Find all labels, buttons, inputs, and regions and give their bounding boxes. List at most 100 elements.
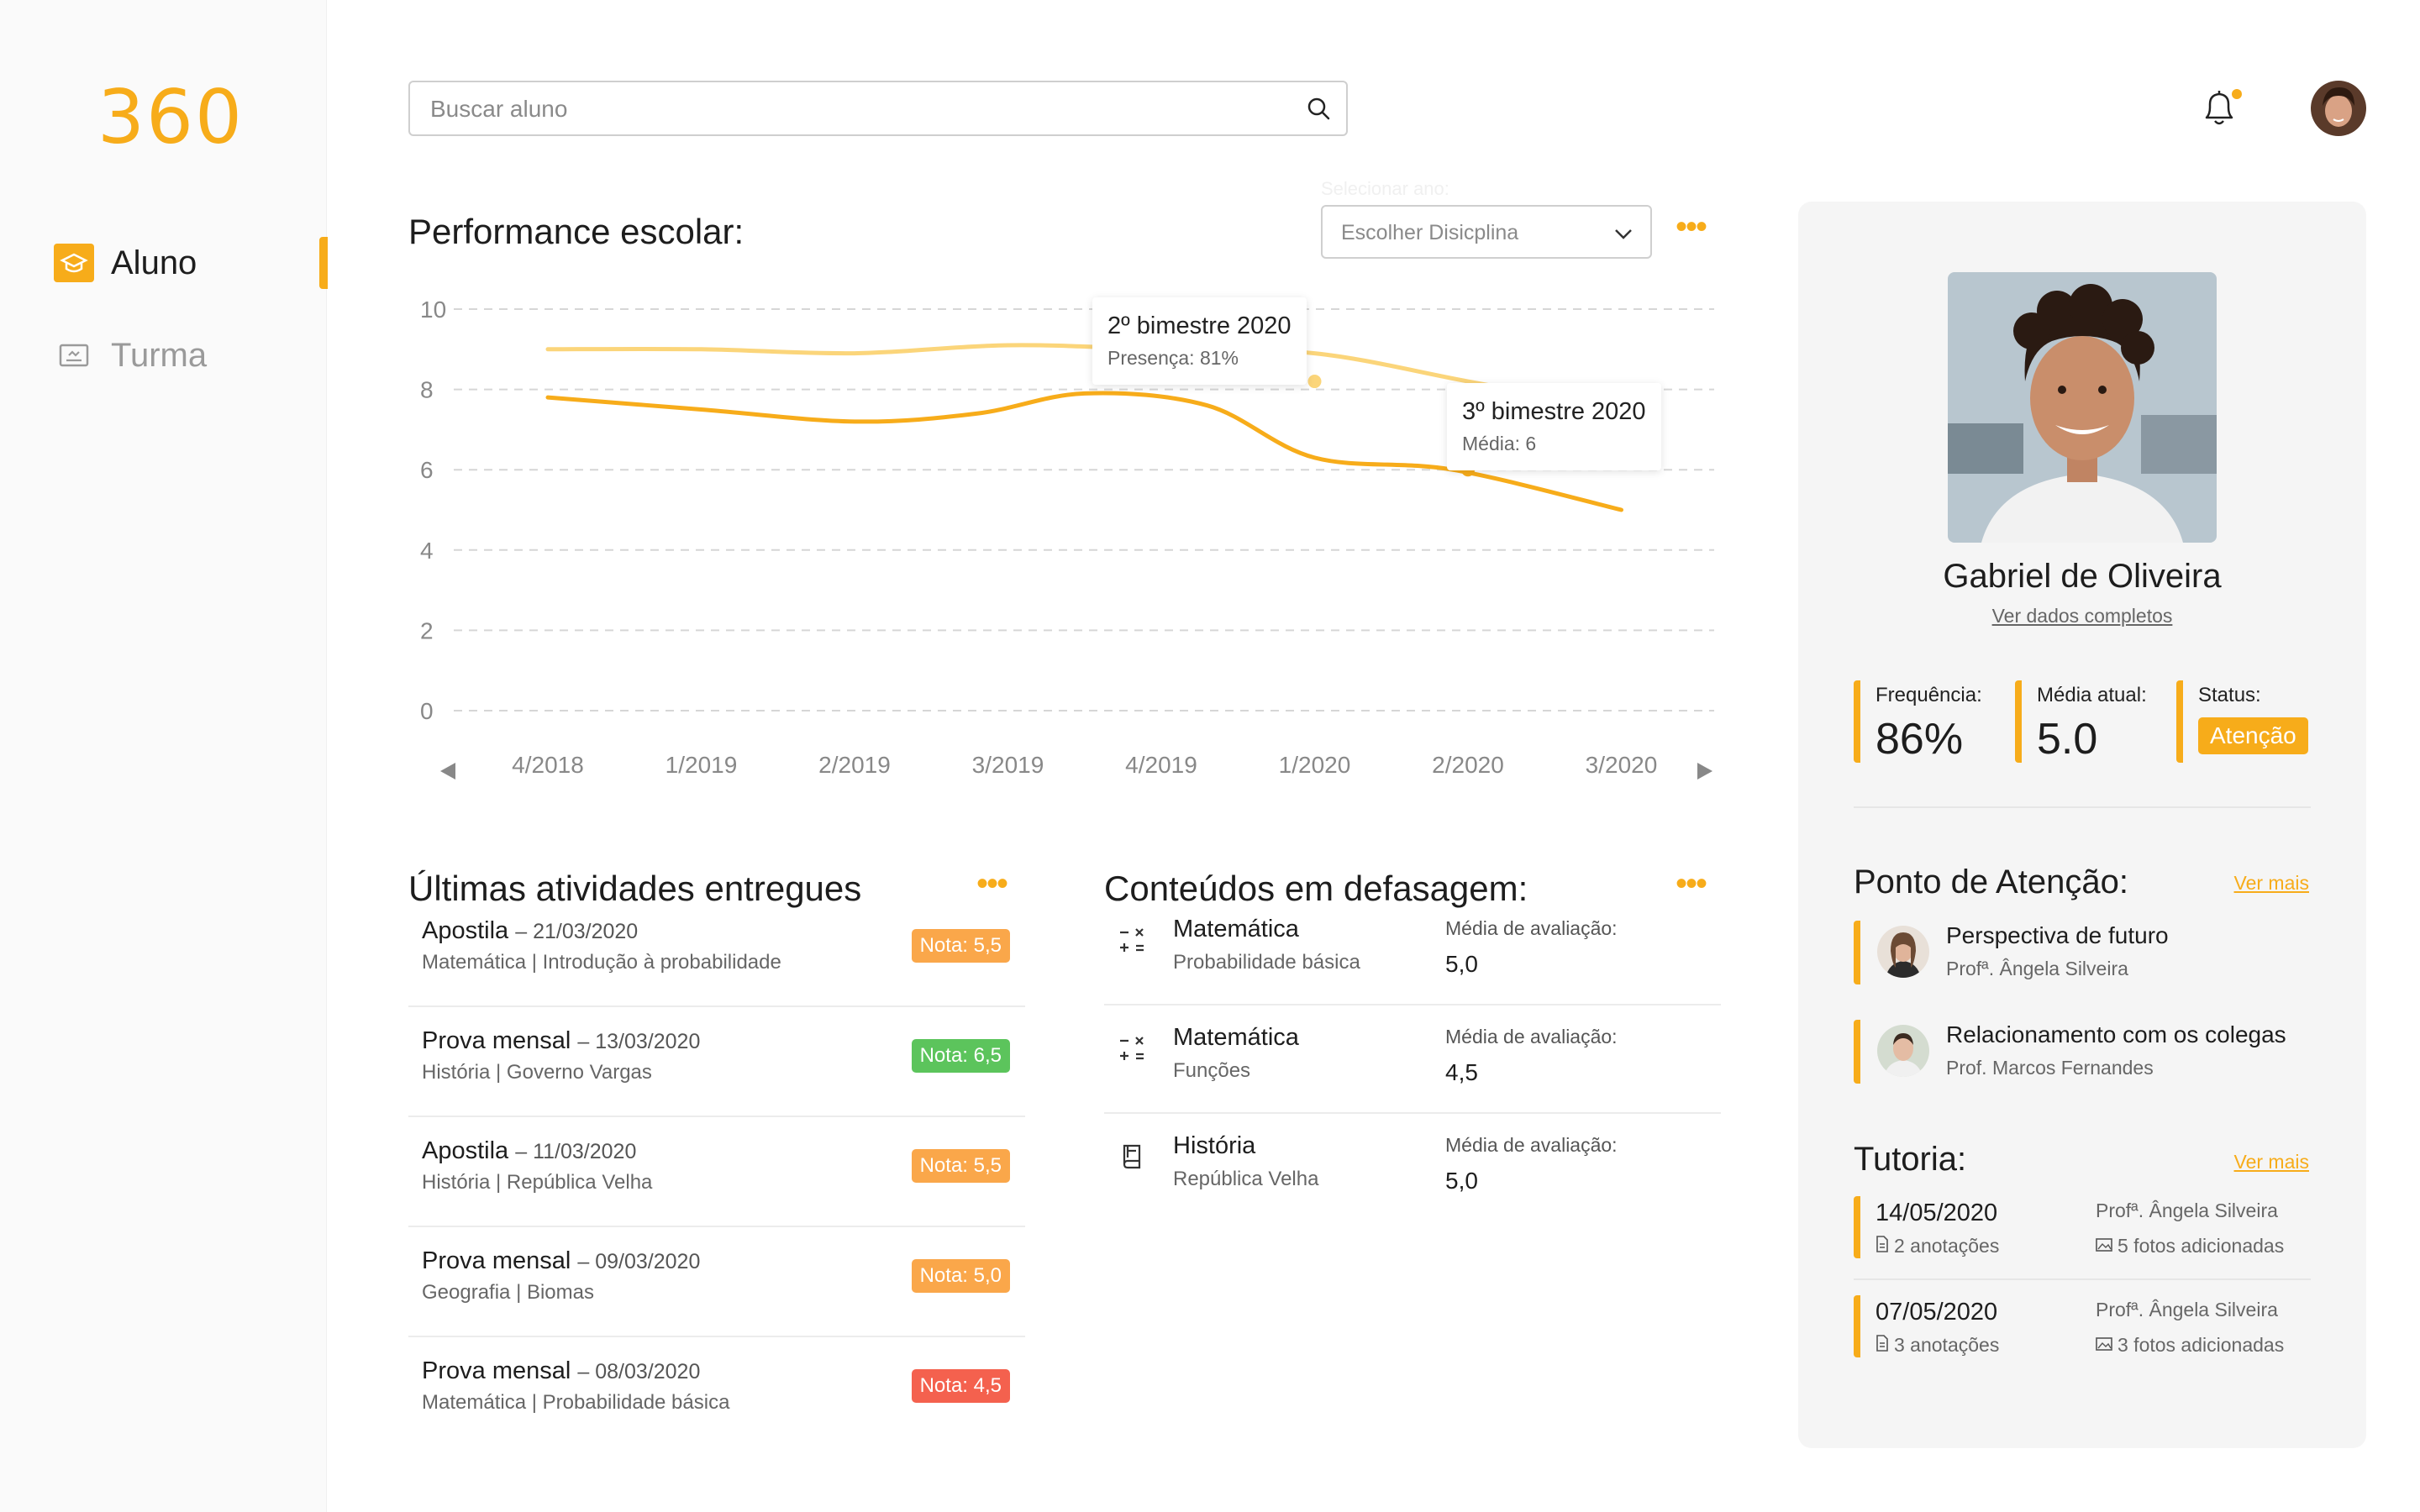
grade-badge: Nota: 5,5 bbox=[911, 1149, 1010, 1183]
content-row[interactable]: Matemática Probabilidade básica Média de… bbox=[1104, 897, 1721, 1005]
activity-name: Apostila bbox=[422, 917, 509, 944]
teacher-avatar bbox=[1877, 1025, 1929, 1077]
attention-title: Ponto de Atenção: bbox=[1854, 864, 2128, 900]
activity-detail: História | Governo Vargas bbox=[422, 1061, 652, 1084]
content-subject: Matemática bbox=[1173, 1024, 1299, 1051]
content-topic: Funções bbox=[1173, 1059, 1251, 1082]
activity-detail: Matemática | Introdução à probabilidade bbox=[422, 951, 781, 974]
content-row[interactable]: História República Velha Média de avalia… bbox=[1104, 1114, 1721, 1222]
activity-detail: História | República Velha bbox=[422, 1171, 653, 1194]
content-topic: Probabilidade básica bbox=[1173, 951, 1360, 974]
chart-next-arrow-icon[interactable] bbox=[1697, 763, 1712, 780]
panel-divider bbox=[1854, 1278, 2311, 1280]
performance-chart: 0 2 4 6 8 10 4/2018 1/2019 2/2019 3/2019 4/2019 1/… bbox=[420, 297, 1714, 780]
x-tick-label: 2/2019 bbox=[818, 752, 891, 778]
tutoring-item[interactable]: 14/05/2020 2 anotações Profª. Ângela Sil… bbox=[1854, 1196, 2311, 1258]
tutoring-teacher: Profª. Ângela Silveira bbox=[2096, 1200, 2278, 1221]
y-tick-label: 4 bbox=[420, 538, 434, 564]
content-topic: República Velha bbox=[1173, 1168, 1319, 1190]
search-input[interactable] bbox=[430, 92, 1270, 126]
discipline-select[interactable]: Escolher Disicplina bbox=[1321, 205, 1652, 259]
y-tick-label: 6 bbox=[420, 457, 434, 483]
contents-more-icon[interactable]: ••• bbox=[1676, 867, 1707, 900]
tutoring-item[interactable]: 07/05/2020 3 anotações Profª. Ângela Sil… bbox=[1854, 1295, 2311, 1357]
active-nav-indicator bbox=[319, 237, 328, 289]
activity-row[interactable]: Prova mensal – 08/03/2020 Matemática | P… bbox=[408, 1337, 1025, 1447]
student-name: Gabriel de Oliveira bbox=[1943, 558, 2222, 595]
image-icon bbox=[2096, 1235, 2112, 1257]
document-icon bbox=[1876, 1334, 1889, 1357]
student-photo bbox=[1948, 272, 2217, 543]
tutoring-date: 07/05/2020 bbox=[1876, 1299, 1998, 1326]
stat-value: 86% bbox=[1876, 715, 1964, 764]
user-avatar[interactable] bbox=[2311, 81, 2366, 136]
sidebar-item-turma[interactable]: Turma bbox=[54, 336, 207, 375]
app-logo: 360 bbox=[97, 74, 244, 160]
search-icon[interactable] bbox=[1306, 96, 1331, 125]
sidebar-item-label: Aluno bbox=[111, 244, 197, 281]
tutoring-see-more-link[interactable]: Ver mais bbox=[2234, 1151, 2309, 1173]
tutoring-photos: 5 fotos adicionadas bbox=[2118, 1235, 2285, 1257]
activity-row[interactable]: Prova mensal – 09/03/2020 Geografia | Bi… bbox=[408, 1227, 1025, 1337]
year-select-hint: Selecionar ano: bbox=[1321, 178, 1449, 199]
stat-value: 5.0 bbox=[2037, 715, 2098, 764]
activity-detail: Geografia | Biomas bbox=[422, 1281, 594, 1304]
grade-badge: Nota: 6,5 bbox=[911, 1039, 1010, 1073]
activity-row[interactable]: Prova mensal – 13/03/2020 História | Gov… bbox=[408, 1007, 1025, 1117]
performance-title: Performance escolar: bbox=[408, 212, 744, 251]
attention-see-more-link[interactable]: Ver mais bbox=[2234, 872, 2309, 895]
activities-more-icon[interactable]: ••• bbox=[976, 867, 1008, 900]
stat-label: Status: bbox=[2198, 684, 2261, 706]
activity-date: – 08/03/2020 bbox=[577, 1360, 701, 1383]
stat-frequency: Frequência: 86% bbox=[1854, 680, 1982, 764]
activity-row[interactable]: Apostila – 11/03/2020 História | Repúbli… bbox=[408, 1117, 1025, 1227]
math-operators-icon bbox=[1118, 1032, 1148, 1066]
search-bar bbox=[408, 81, 1348, 136]
sidebar: 360 Aluno Turma bbox=[0, 0, 328, 1512]
sidebar-item-aluno[interactable]: Aluno bbox=[54, 244, 197, 282]
attention-item-teacher: Profª. Ângela Silveira bbox=[1946, 958, 2128, 979]
tutoring-notes: 3 anotações bbox=[1894, 1334, 2000, 1356]
content-row[interactable]: Matemática Funções Média de avaliação: 4… bbox=[1104, 1005, 1721, 1114]
chart-prev-arrow-icon[interactable] bbox=[440, 763, 455, 780]
attention-item[interactable]: Relacionamento com os colegas Prof. Marc… bbox=[1854, 1020, 2311, 1084]
student-details-link[interactable]: Ver dados completos bbox=[1798, 605, 2366, 627]
y-tick-label: 2 bbox=[420, 617, 434, 643]
chart-highlight-point[interactable] bbox=[1307, 375, 1322, 389]
attention-item-title: Relacionamento com os colegas bbox=[1946, 1021, 2286, 1047]
y-tick-label: 0 bbox=[420, 698, 434, 724]
grade-badge: Nota: 4,5 bbox=[911, 1369, 1010, 1403]
grade-badge: Nota: 5,5 bbox=[911, 929, 1010, 963]
attention-item[interactable]: Perspectiva de futuro Profª. Ângela Silv… bbox=[1854, 921, 2311, 984]
tooltip-title: 2º bimestre 2020 bbox=[1107, 312, 1292, 339]
document-icon bbox=[1876, 1235, 1889, 1257]
stat-label: Média atual: bbox=[2037, 684, 2147, 706]
content-average-value: 5,0 bbox=[1445, 951, 1478, 977]
stat-label: Frequência: bbox=[1876, 684, 1982, 706]
x-tick-label: 3/2019 bbox=[972, 752, 1044, 778]
performance-more-icon[interactable]: ••• bbox=[1676, 210, 1707, 244]
content-subject: História bbox=[1173, 1132, 1256, 1159]
x-tick-label: 1/2020 bbox=[1279, 752, 1351, 778]
content-average-label: Média de avaliação: bbox=[1445, 917, 1618, 939]
activity-row[interactable]: Apostila – 21/03/2020 Matemática | Intro… bbox=[408, 897, 1025, 1007]
x-tick-label: 4/2018 bbox=[512, 752, 584, 778]
activity-date: – 09/03/2020 bbox=[577, 1250, 701, 1273]
chart-tooltip: 2º bimestre 2020 Presença: 81% bbox=[1092, 297, 1307, 385]
panel-divider bbox=[1854, 806, 2311, 808]
content-average-label: Média de avaliação: bbox=[1445, 1134, 1618, 1156]
activity-date: – 13/03/2020 bbox=[577, 1030, 701, 1053]
tutoring-title: Tutoria: bbox=[1854, 1141, 1967, 1178]
attention-item-title: Perspectiva de futuro bbox=[1946, 922, 2169, 948]
tooltip-subtitle: Presença: 81% bbox=[1107, 347, 1239, 369]
tutoring-teacher: Profª. Ângela Silveira bbox=[2096, 1299, 2278, 1320]
student-cap-icon bbox=[54, 244, 94, 282]
teacher-avatar bbox=[1877, 926, 1929, 978]
x-tick-label: 1/2019 bbox=[666, 752, 738, 778]
content-average-value: 4,5 bbox=[1445, 1059, 1478, 1085]
tutoring-photos: 3 fotos adicionadas bbox=[2118, 1334, 2285, 1356]
chevron-down-icon bbox=[1612, 222, 1635, 249]
activity-name: Prova mensal bbox=[422, 1027, 571, 1054]
content-subject: Matemática bbox=[1173, 916, 1299, 942]
tooltip-subtitle: Média: 6 bbox=[1462, 433, 1537, 454]
